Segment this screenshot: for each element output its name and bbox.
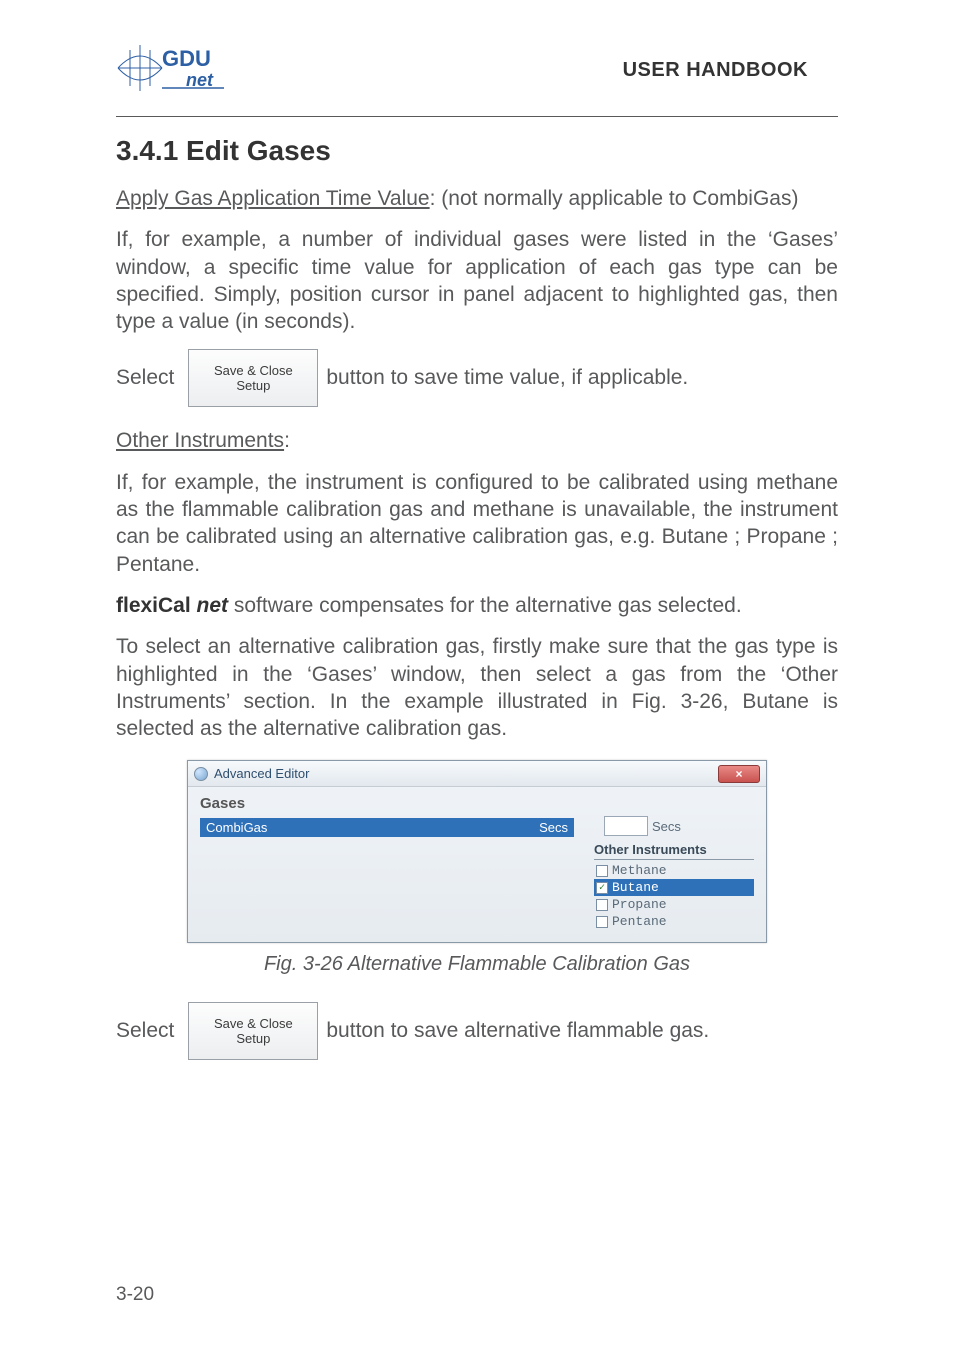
other-instrument-item-butane[interactable]: ✓ Butane bbox=[594, 879, 754, 896]
other-instrument-label: Butane bbox=[612, 880, 659, 895]
apply-gas-rest: : (not normally applicable to CombiGas) bbox=[430, 187, 799, 210]
gas-secs-cell: Secs bbox=[514, 818, 574, 837]
other-instrument-label: Pentane bbox=[612, 914, 667, 929]
para-flexical: flexiCal net software compensates for th… bbox=[116, 592, 838, 619]
checkbox-icon[interactable]: ✓ bbox=[596, 882, 608, 894]
header-rule bbox=[116, 116, 838, 117]
select-suffix-2: button to save alternative flammable gas… bbox=[326, 1019, 709, 1043]
window-title: Advanced Editor bbox=[214, 766, 309, 781]
other-instrument-label: Methane bbox=[612, 863, 667, 878]
gas-row-selected[interactable]: CombiGas Secs bbox=[200, 816, 574, 838]
other-instruments-underlined: Other Instruments bbox=[116, 429, 284, 452]
logo-text-top: GDU bbox=[162, 46, 211, 71]
setup-label-2: Setup bbox=[236, 1031, 270, 1046]
gases-heading: Gases bbox=[200, 795, 754, 812]
select-save-row-2: Select Save & Close Setup button to save… bbox=[116, 1002, 838, 1060]
other-instruments-colon: : bbox=[284, 429, 290, 452]
checkbox-icon[interactable] bbox=[596, 865, 608, 877]
checkbox-icon[interactable] bbox=[596, 899, 608, 911]
apply-gas-underlined: Apply Gas Application Time Value bbox=[116, 187, 430, 210]
gas-list-empty bbox=[200, 838, 574, 866]
close-icon: × bbox=[735, 767, 742, 781]
logo: GDU net bbox=[116, 40, 226, 100]
setup-label: Setup bbox=[236, 378, 270, 393]
page-header: GDU net USER HANDBOOK bbox=[116, 40, 838, 100]
page-number: 3-20 bbox=[116, 1284, 154, 1306]
other-instruments-heading: Other Instruments bbox=[594, 842, 754, 860]
other-instrument-item-methane[interactable]: Methane bbox=[594, 862, 754, 879]
select-suffix-1: button to save time value, if applicable… bbox=[326, 366, 688, 390]
section-heading: 3.4.1 Edit Gases bbox=[116, 135, 838, 167]
checkbox-icon[interactable] bbox=[596, 916, 608, 928]
window-titlebar: Advanced Editor × bbox=[188, 761, 766, 787]
window-close-button[interactable]: × bbox=[718, 765, 760, 783]
para-example-2: If, for example, the instrument is confi… bbox=[116, 469, 838, 578]
gdu-net-logo-icon: GDU net bbox=[116, 40, 226, 100]
flexical-prefix: flexiCal bbox=[116, 594, 197, 617]
flexical-italic: net bbox=[197, 594, 229, 617]
other-instrument-item-pentane[interactable]: Pentane bbox=[594, 913, 754, 930]
figure-caption: Fig. 3-26 Alternative Flammable Calibrat… bbox=[116, 953, 838, 976]
para-example-1: If, for example, a number of individual … bbox=[116, 226, 838, 335]
other-instrument-label: Propane bbox=[612, 897, 667, 912]
secs-label: Secs bbox=[652, 819, 681, 834]
para-select-alt: To select an alternative calibration gas… bbox=[116, 633, 838, 742]
select-save-row-1: Select Save & Close Setup button to save… bbox=[116, 349, 838, 407]
doc-title: USER HANDBOOK bbox=[623, 59, 808, 82]
other-instrument-item-propane[interactable]: Propane bbox=[594, 896, 754, 913]
window-app-icon bbox=[194, 767, 208, 781]
save-close-label-2: Save & Close bbox=[214, 1016, 293, 1031]
secs-input[interactable] bbox=[604, 816, 648, 836]
logo-text-bottom: net bbox=[186, 70, 214, 90]
flexical-rest: software compensates for the alternative… bbox=[228, 594, 742, 617]
select-prefix-1: Select bbox=[116, 366, 174, 390]
advanced-editor-window: Advanced Editor × Gases CombiGas Secs bbox=[187, 760, 767, 943]
para-apply-gas: Apply Gas Application Time Value: (not n… bbox=[116, 185, 838, 212]
select-prefix-2: Select bbox=[116, 1019, 174, 1043]
gas-name-cell: CombiGas bbox=[200, 818, 514, 837]
other-instruments-list: Methane ✓ Butane Propane Pentane bbox=[594, 862, 754, 930]
other-instruments-label: Other Instruments: bbox=[116, 427, 838, 454]
save-close-label: Save & Close bbox=[214, 363, 293, 378]
save-close-setup-button[interactable]: Save & Close Setup bbox=[188, 349, 318, 407]
save-close-setup-button-2[interactable]: Save & Close Setup bbox=[188, 1002, 318, 1060]
